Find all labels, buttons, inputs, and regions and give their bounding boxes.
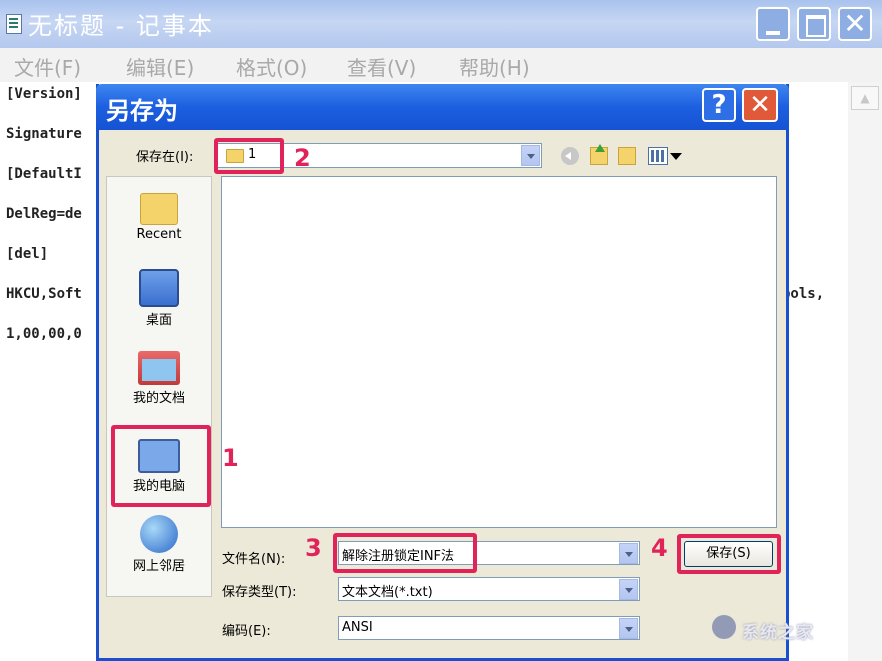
chevron-down-icon[interactable] <box>619 618 638 639</box>
place-recent[interactable]: Recent <box>107 187 211 242</box>
desktop-icon <box>139 269 179 307</box>
step-number: 1 <box>222 444 239 472</box>
scroll-up-icon[interactable]: ▲ <box>851 86 879 110</box>
step-number: 3 <box>305 534 322 562</box>
watermark-logo-icon <box>712 615 736 639</box>
editor-line: [Version] <box>6 86 82 102</box>
save-in-label: 保存在(I): <box>136 150 194 165</box>
network-icon <box>140 515 178 553</box>
vertical-scrollbar[interactable]: ▲ <box>848 82 882 661</box>
highlight-save-button <box>677 534 781 574</box>
window-title: 无标题 - 记事本 <box>28 12 214 40</box>
filetype-value: 文本文档(*.txt) <box>342 585 433 600</box>
minimize-button[interactable] <box>756 7 790 41</box>
filename-label: 文件名(N): <box>222 552 286 567</box>
view-menu-icon[interactable] <box>648 147 668 165</box>
encoding-dropdown[interactable]: ANSI <box>338 616 640 640</box>
maximize-button[interactable] <box>797 7 831 41</box>
editor-line: Signature <box>6 126 82 142</box>
view-dropdown-arrow-icon[interactable] <box>670 153 682 160</box>
chevron-down-icon[interactable] <box>619 579 638 600</box>
place-label: 桌面 <box>145 313 172 328</box>
editor-line: [DefaultI <box>6 166 82 182</box>
menu-bar: 文件(F) 编辑(E) 格式(O) 查看(V) 帮助(H) <box>0 48 882 82</box>
close-window-button[interactable]: ✕ <box>838 7 872 41</box>
menu-help[interactable]: 帮助(H) <box>459 52 530 81</box>
notepad-icon <box>6 14 22 34</box>
my-documents-icon <box>138 351 180 385</box>
step-number: 2 <box>294 144 311 172</box>
filetype-dropdown[interactable]: 文本文档(*.txt) <box>338 577 640 601</box>
place-desktop[interactable]: 桌面 <box>107 269 211 328</box>
help-button[interactable]: ? <box>702 88 736 122</box>
dialog-close-button[interactable]: ✕ <box>742 88 778 122</box>
editor-line: HKCU,Soft <box>6 286 82 302</box>
filetype-label: 保存类型(T): <box>222 585 297 600</box>
encoding-value: ANSI <box>342 620 373 635</box>
place-label: 网上邻居 <box>132 559 185 574</box>
place-network[interactable]: 网上邻居 <box>107 515 211 574</box>
watermark: 系统之家 <box>742 623 814 643</box>
back-icon[interactable] <box>561 147 579 165</box>
place-label: 我的文档 <box>132 391 185 406</box>
editor-line: DelReg=de <box>6 206 82 222</box>
menu-file[interactable]: 文件(F) <box>14 52 81 81</box>
menu-format[interactable]: 格式(O) <box>236 52 307 81</box>
new-folder-icon[interactable] <box>618 147 636 165</box>
place-label: Recent <box>136 227 182 242</box>
place-my-documents[interactable]: 我的文档 <box>107 351 211 406</box>
editor-line: 1,00,00,0 <box>6 326 82 342</box>
up-folder-icon[interactable] <box>590 144 608 165</box>
dialog-title: 另存为 <box>106 97 178 125</box>
menu-edit[interactable]: 编辑(E) <box>126 52 194 81</box>
chevron-down-icon[interactable] <box>521 145 540 166</box>
places-bar: Recent 桌面 我的文档 我的电脑 网上邻居 <box>106 176 212 597</box>
editor-line: [del] <box>6 246 49 262</box>
file-list[interactable] <box>221 176 777 528</box>
notepad-titlebar[interactable]: 无标题 - 记事本 ✕ <box>0 0 882 48</box>
highlight-my-computer <box>111 425 211 507</box>
menu-view[interactable]: 查看(V) <box>347 52 416 81</box>
step-number: 4 <box>651 534 668 562</box>
highlight-save-in <box>214 138 284 174</box>
encoding-label: 编码(E): <box>222 624 271 639</box>
recent-folder-icon <box>140 193 178 225</box>
dialog-titlebar[interactable]: 另存为 ? ✕ <box>96 84 789 130</box>
highlight-filename <box>333 533 477 573</box>
chevron-down-icon[interactable] <box>619 543 638 564</box>
close-icon: ✕ <box>843 7 867 40</box>
